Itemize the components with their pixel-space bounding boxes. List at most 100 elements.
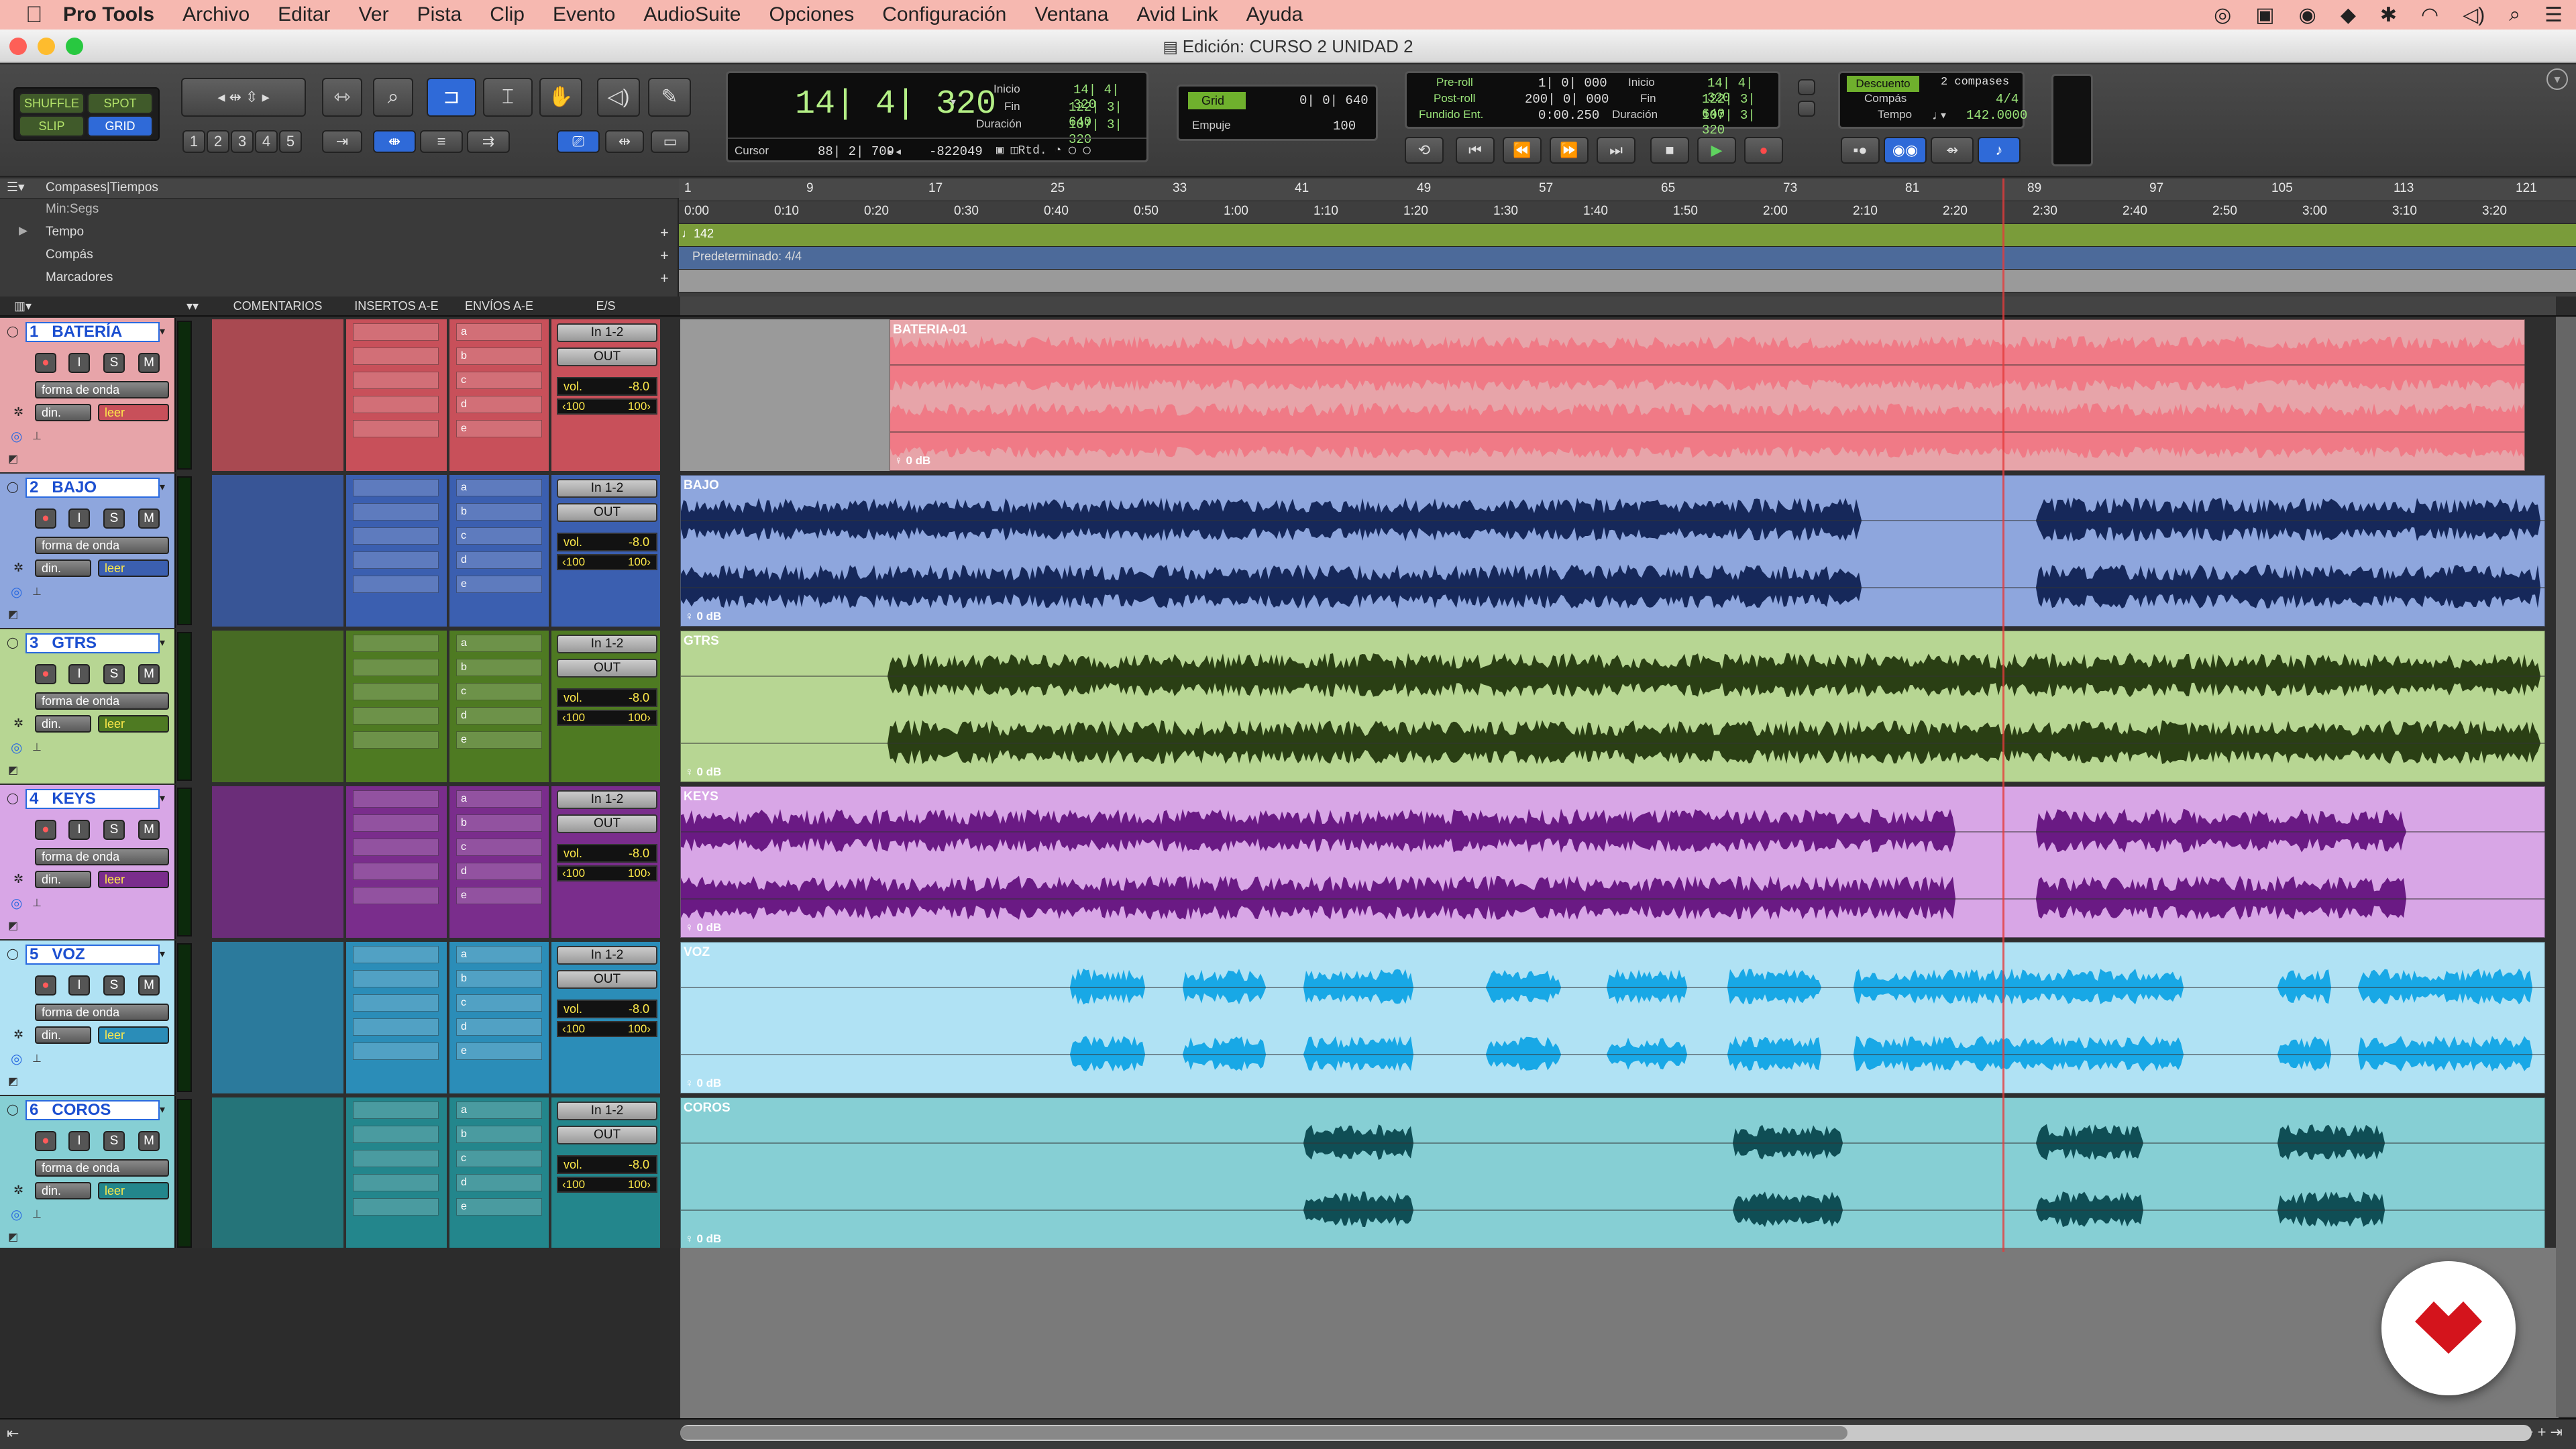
meter-ruler[interactable]: Predeterminado: 4/4 bbox=[679, 247, 2576, 270]
send-slot[interactable]: b bbox=[456, 814, 542, 832]
send-slot[interactable]: d bbox=[456, 396, 542, 413]
tempo-marker[interactable]: ♩142 bbox=[682, 227, 714, 241]
solo-button[interactable]: S bbox=[103, 353, 125, 373]
elastic-audio-icon[interactable]: ✲ bbox=[13, 1028, 23, 1042]
spot-mode-button[interactable]: SPOT bbox=[87, 93, 153, 114]
pan-display[interactable]: ‹100 100› bbox=[557, 398, 657, 415]
track-resize-icon[interactable]: ◩ bbox=[8, 763, 18, 777]
send-slot[interactable]: d bbox=[456, 863, 542, 880]
zoom-preset-5[interactable]: 5 bbox=[279, 130, 302, 153]
clip-gain-label[interactable]: ♀ 0 dB bbox=[685, 765, 721, 779]
output-selector[interactable]: OUT bbox=[557, 970, 657, 989]
automation-mode-selector[interactable]: leer bbox=[98, 404, 169, 421]
track-name-field[interactable]: 2 BAJO bbox=[25, 478, 160, 498]
min-sec-ruler[interactable]: 0:00 0:10 0:20 0:30 0:40 0:50 1:00 1:10 1:20 1:30… bbox=[679, 201, 2576, 224]
menu-ventana[interactable]: Ventana bbox=[1034, 3, 1108, 26]
automation-mode-selector[interactable]: leer bbox=[98, 1182, 169, 1199]
menu-configuracion[interactable]: Configuración bbox=[882, 3, 1006, 26]
transport-length-value[interactable]: 107| 3| 320 bbox=[1702, 108, 1778, 138]
mute-button[interactable]: M bbox=[138, 353, 160, 373]
empty-timeline-area[interactable] bbox=[680, 1248, 2559, 1418]
insert-slot[interactable] bbox=[353, 970, 439, 987]
insert-slot[interactable] bbox=[353, 659, 439, 676]
markers-ruler[interactable] bbox=[679, 270, 2576, 292]
pan-display[interactable]: ‹100 100› bbox=[557, 710, 657, 726]
horizontal-scrollbar[interactable] bbox=[680, 1425, 2532, 1441]
track-options-icon[interactable]: ▾ bbox=[160, 792, 165, 805]
track-view-selector[interactable]: forma de onda bbox=[35, 537, 169, 554]
send-slot[interactable]: c bbox=[456, 372, 542, 389]
solo-button[interactable]: S bbox=[103, 975, 125, 996]
send-slot[interactable]: c bbox=[456, 994, 542, 1012]
send-slot[interactable]: e bbox=[456, 1198, 542, 1216]
insert-slot[interactable] bbox=[353, 683, 439, 700]
timebase-selector[interactable]: din. bbox=[35, 559, 91, 577]
empty-timeline-segment[interactable] bbox=[680, 319, 890, 471]
track-select-indicator[interactable]: ◯ bbox=[7, 636, 19, 649]
comments-field[interactable] bbox=[212, 1097, 343, 1249]
zoom-preset-4[interactable]: 4 bbox=[255, 130, 278, 153]
insert-slot[interactable] bbox=[353, 1174, 439, 1191]
record-arm-button[interactable]: ● bbox=[35, 975, 56, 996]
menu-archivo[interactable]: Archivo bbox=[182, 3, 250, 26]
volume-display[interactable]: vol. -8.0 bbox=[557, 844, 657, 863]
ruler-label-tempo[interactable]: Tempo bbox=[46, 221, 84, 243]
tempo-ruler[interactable]: ♩142 bbox=[679, 224, 2576, 247]
track-resize-icon[interactable]: ◩ bbox=[8, 452, 18, 466]
account-icon[interactable]: ◉ bbox=[2299, 3, 2316, 27]
timebase-selector[interactable]: din. bbox=[35, 1026, 91, 1044]
volume-icon[interactable]: ◁) bbox=[2463, 3, 2485, 27]
send-slot[interactable]: c bbox=[456, 527, 542, 545]
input-selector[interactable]: In 1-2 bbox=[557, 479, 657, 498]
track-resize-icon[interactable]: ◩ bbox=[8, 1230, 18, 1244]
send-slot[interactable]: d bbox=[456, 707, 542, 724]
ruler-area[interactable]: 1 9 17 25 33 41 49 57 65 73 81 89 97 105 113 121 0:00 0:… bbox=[679, 178, 2576, 297]
ruler-label-minsec[interactable]: Min:Segs bbox=[46, 199, 99, 220]
record-arm-button[interactable]: ● bbox=[35, 664, 56, 684]
scroll-option-icon[interactable]: ⇹ bbox=[605, 130, 644, 153]
mirror-midi-icon[interactable]: ⇉ bbox=[467, 130, 510, 153]
mute-button[interactable]: M bbox=[138, 975, 160, 996]
rewind-icon[interactable]: ⏪ bbox=[1503, 137, 1542, 164]
postroll-value[interactable]: 200| 0| 000 bbox=[1525, 92, 1609, 107]
bluetooth-icon[interactable]: ✱ bbox=[2380, 3, 2397, 27]
audio-clip[interactable]: VOZ ♀ 0 dB bbox=[680, 942, 2546, 1093]
tab-to-transient-icon[interactable]: ⇥ bbox=[322, 130, 362, 153]
volume-display[interactable]: vol. -8.0 bbox=[557, 533, 657, 551]
send-slot[interactable]: e bbox=[456, 576, 542, 593]
send-slot[interactable]: e bbox=[456, 731, 542, 749]
airplay-icon[interactable]: ▣ bbox=[2255, 3, 2274, 27]
return-to-zero-icon[interactable]: ⏮ bbox=[1456, 137, 1495, 164]
track-view-selector[interactable]: forma de onda bbox=[35, 1159, 169, 1177]
clip-gain-label[interactable]: ♀ 0 dB bbox=[685, 1232, 721, 1246]
mute-button[interactable]: M bbox=[138, 508, 160, 529]
input-selector[interactable]: In 1-2 bbox=[557, 323, 657, 342]
avid-icon[interactable]: ◆ bbox=[2341, 3, 2356, 27]
zoom-tool-icon[interactable]: ⌕ bbox=[373, 78, 413, 117]
clip-gain-label[interactable]: ♀ 0 dB bbox=[685, 921, 721, 934]
clip-gain-label[interactable]: ♀ 0 dB bbox=[685, 1077, 721, 1090]
send-slot[interactable]: a bbox=[456, 946, 542, 963]
insertion-follows-icon[interactable]: ⎚ bbox=[557, 130, 600, 153]
fast-forward-icon[interactable]: ⏩ bbox=[1550, 137, 1589, 164]
track-name-field[interactable]: 5 VOZ bbox=[25, 945, 160, 965]
input-selector[interactable]: In 1-2 bbox=[557, 635, 657, 653]
solo-button[interactable]: S bbox=[103, 820, 125, 840]
record-icon[interactable]: ● bbox=[1744, 137, 1783, 164]
send-slot[interactable]: a bbox=[456, 323, 542, 341]
track-name-field[interactable]: 1 BATERÍA bbox=[25, 322, 160, 342]
add-marker-icon[interactable]: + bbox=[660, 270, 669, 287]
audio-clip[interactable]: KEYS ♀ 0 dB bbox=[680, 786, 2546, 938]
automation-mode-selector[interactable]: leer bbox=[98, 871, 169, 888]
link-loop-icon[interactable] bbox=[1798, 101, 1815, 117]
elastic-audio-icon[interactable]: ✲ bbox=[13, 716, 23, 731]
comments-field[interactable] bbox=[212, 786, 343, 938]
automation-mode-selector[interactable]: leer bbox=[98, 559, 169, 577]
record-arm-button[interactable]: ● bbox=[35, 1131, 56, 1151]
elastic-audio-icon[interactable]: ✲ bbox=[13, 872, 23, 886]
ruler-menu-icon[interactable]: ☰▾ bbox=[7, 180, 25, 195]
go-to-end-icon[interactable]: ⏭ bbox=[1597, 137, 1635, 164]
track-name-field[interactable]: 6 COROS bbox=[25, 1100, 160, 1120]
elastic-audio-icon[interactable]: ✲ bbox=[13, 561, 23, 575]
input-selector[interactable]: In 1-2 bbox=[557, 1102, 657, 1120]
